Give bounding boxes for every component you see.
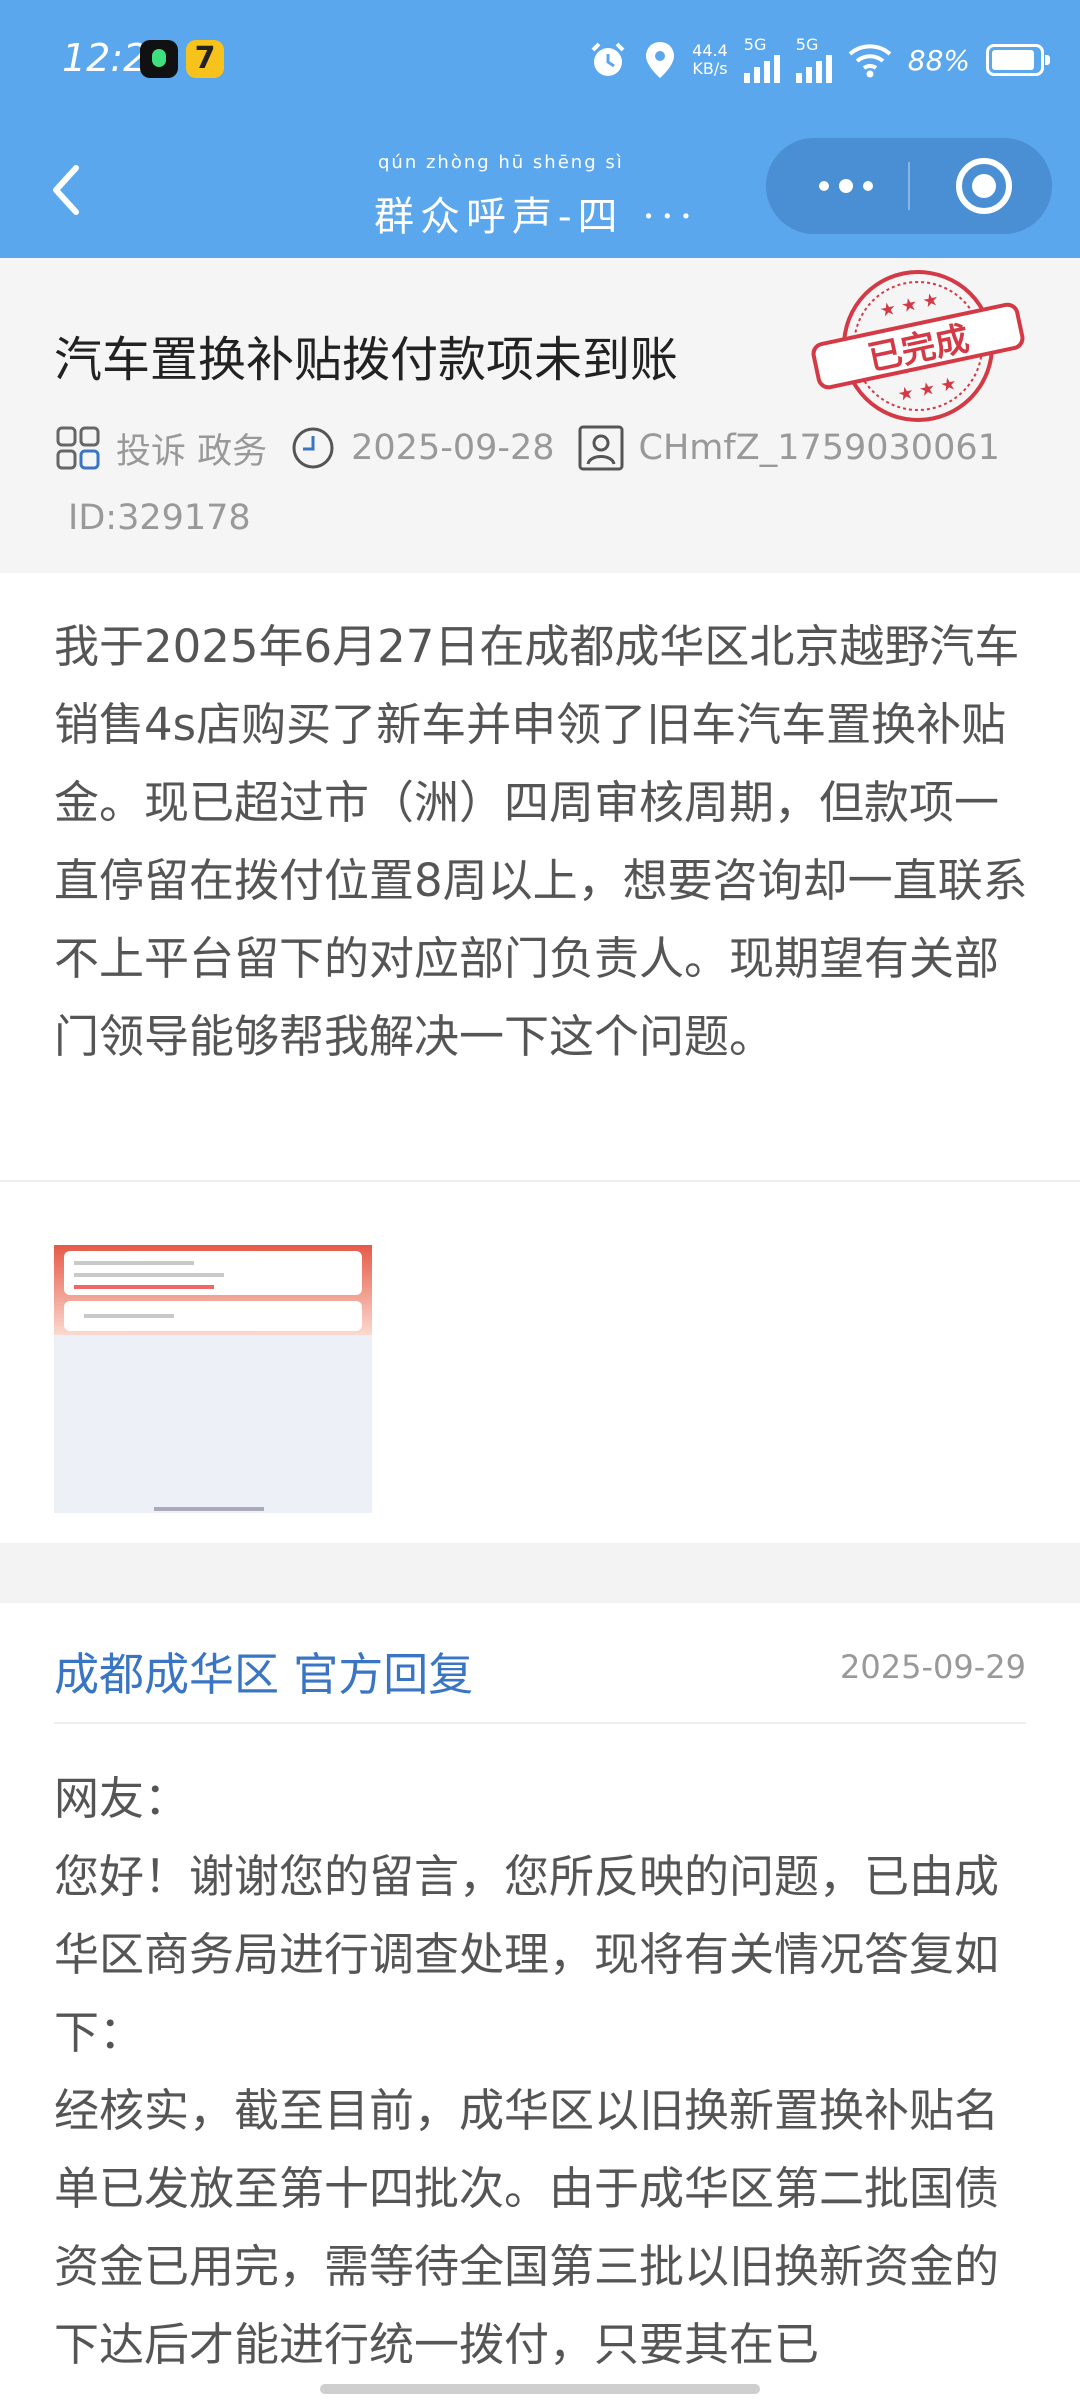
wifi-icon bbox=[848, 44, 892, 78]
reply-greeting: 网友： bbox=[54, 1772, 190, 1825]
location-icon bbox=[646, 42, 675, 78]
reply-header: 成都成华区 官方回复 2025-09-29 bbox=[54, 1630, 1026, 1720]
post-body: 我于2025年6月27日在成都成华区北京越野汽车销售4s店购买了新车并申领了旧车… bbox=[54, 620, 1028, 1063]
svg-text:★ ★ ★: ★ ★ ★ bbox=[878, 289, 941, 322]
status-bar: 12:22 7 44.4 KB/s 5G 5G 88% bbox=[0, 0, 1080, 120]
capsule-divider bbox=[908, 162, 910, 210]
reply-paragraph: 您好！谢谢您的留言，您所反映的问题，已由成华区商务局进行调查处理，现将有关情况答… bbox=[54, 1850, 1000, 2059]
brand-name: 群众呼声-四 ··· bbox=[374, 184, 698, 242]
post-date: 2025-09-28 bbox=[351, 428, 555, 468]
clock-icon bbox=[292, 427, 334, 469]
more-dot-icon bbox=[839, 179, 853, 193]
net-speed-unit: KB/s bbox=[692, 59, 728, 78]
thumb-bottom-bar bbox=[154, 1507, 264, 1511]
net-speed: 44.4 KB/s bbox=[692, 42, 728, 78]
section-gap bbox=[0, 1543, 1080, 1603]
signal-bars-icon bbox=[743, 53, 780, 83]
post-title: 汽车置换补贴拨付款项未到账 bbox=[54, 332, 679, 388]
category-grid-icon bbox=[56, 426, 100, 470]
home-indicator bbox=[320, 2384, 760, 2394]
divider bbox=[0, 1180, 1080, 1182]
signal-2-label: 5G bbox=[795, 35, 819, 54]
more-dot-icon bbox=[863, 181, 873, 191]
reply-body: 网友： 您好！谢谢您的留言，您所反映的问题，已由成华区商务局进行调查处理，现将有… bbox=[54, 1760, 1034, 2384]
brand-title: qún zhòng hū shēng sì 群众呼声-四 ··· bbox=[370, 150, 710, 240]
brand-ellipsis: ··· bbox=[642, 194, 699, 240]
more-button[interactable] bbox=[796, 138, 896, 234]
user-icon bbox=[578, 425, 624, 471]
post-meta: 投诉 政务 2025-09-28 CHmfZ_1759030061 bbox=[54, 420, 1000, 476]
post-header: 汽车置换补贴拨付款项未到账 已完成 ★ ★ ★ ★ ★ ★ 投诉 政务 2025… bbox=[0, 258, 1080, 573]
signal-bars-icon bbox=[795, 53, 832, 83]
thumb-line bbox=[74, 1273, 224, 1277]
post-category: 投诉 政务 bbox=[116, 431, 268, 472]
battery-icon bbox=[986, 44, 1050, 76]
reply-author: 成都成华区 官方回复 bbox=[54, 1648, 474, 1701]
status-right-group: 44.4 KB/s 5G 5G 88% bbox=[588, 30, 1050, 90]
alarm-icon bbox=[591, 42, 625, 76]
attachment-thumbnail[interactable] bbox=[54, 1215, 372, 1513]
music-app-icon bbox=[140, 40, 178, 78]
post-user: CHmfZ_1759030061 bbox=[638, 428, 1000, 468]
signal-1-label: 5G bbox=[743, 35, 767, 54]
close-miniapp-button[interactable] bbox=[956, 158, 1012, 214]
net-speed-value: 44.4 bbox=[692, 41, 728, 60]
thumb-line bbox=[84, 1314, 174, 1318]
thumb-line bbox=[74, 1285, 214, 1289]
seven-app-icon: 7 bbox=[186, 40, 224, 78]
battery-percent: 88% bbox=[907, 43, 970, 77]
divider bbox=[54, 1722, 1026, 1724]
thumb-header bbox=[54, 1215, 372, 1245]
signal-1: 5G bbox=[743, 35, 780, 83]
completed-stamp: 已完成 ★ ★ ★ ★ ★ ★ bbox=[811, 270, 1025, 422]
title-bar: qún zhòng hū shēng sì 群众呼声-四 ··· bbox=[0, 120, 1080, 258]
brand-name-text: 群众呼声-四 bbox=[374, 194, 624, 240]
more-dot-icon bbox=[819, 181, 829, 191]
post-id: ID:329178 bbox=[68, 498, 251, 538]
reply-paragraph: 经核实，截至目前，成华区以旧换新置换补贴名单已发放至第十四批次。由于成华区第二批… bbox=[54, 2084, 1000, 2371]
brand-pinyin: qún zhòng hū shēng sì bbox=[378, 152, 624, 173]
thumb-line bbox=[74, 1261, 194, 1265]
reply-date: 2025-09-29 bbox=[840, 1648, 1026, 1686]
back-chevron-icon[interactable] bbox=[40, 160, 100, 220]
miniapp-capsule bbox=[766, 138, 1052, 234]
signal-2: 5G bbox=[795, 35, 832, 83]
